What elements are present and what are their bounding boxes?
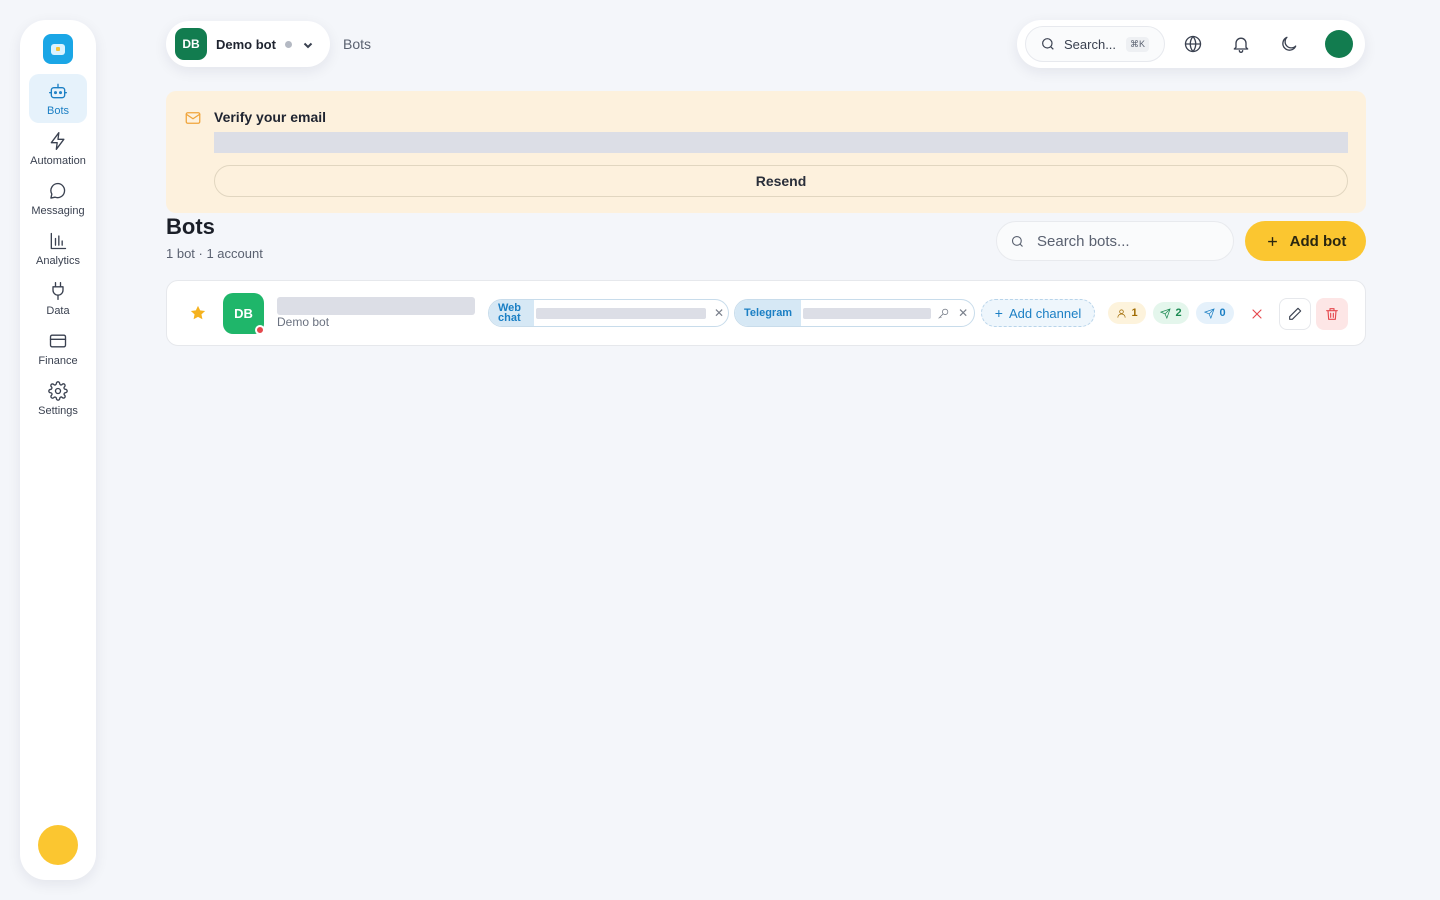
plug-icon — [52, 282, 64, 300]
search-icon — [1042, 38, 1054, 50]
chevron-down-icon — [302, 38, 314, 50]
plus-icon: + — [994, 305, 1003, 321]
edit-bot-button[interactable] — [1279, 298, 1311, 330]
credit-card-icon — [49, 334, 67, 348]
channel-value-redacted — [803, 307, 932, 319]
channel-label: Telegram — [735, 300, 802, 326]
plus-icon — [1267, 236, 1277, 246]
bot-title-redacted — [277, 297, 475, 315]
moon-icon[interactable] — [1279, 34, 1299, 54]
close-icon — [1252, 309, 1262, 319]
bots-search-input[interactable] — [1037, 232, 1227, 250]
sidebar-item-label: Analytics — [35, 255, 81, 267]
stat-users-badge: 1 — [1108, 302, 1146, 324]
top-toolbar: Search... ⌘K — [1017, 20, 1365, 68]
gear-icon — [48, 381, 68, 401]
sidebar-item-automation[interactable]: Automation — [29, 124, 87, 173]
stat-queued-badge: 0 — [1196, 302, 1234, 324]
trash-icon — [1326, 308, 1338, 320]
sidebar-item-label: Messaging — [31, 205, 85, 217]
banner-message-redacted — [214, 132, 1348, 153]
verify-email-banner: Verify your email Resend — [166, 91, 1366, 213]
sidebar: Bots Automation Messaging Analytics Data… — [20, 20, 96, 880]
bot-card[interactable]: DB Demo bot Web chat ✕ Telegram ✕ + Add … — [166, 280, 1366, 346]
bot-switcher[interactable]: DB Demo bot — [166, 21, 330, 67]
send-icon — [1160, 307, 1172, 319]
sidebar-item-label: Bots — [46, 105, 69, 117]
resend-button[interactable]: Resend — [214, 165, 1348, 197]
sidebar-item-label: Data — [46, 305, 70, 317]
close-icon[interactable]: ✕ — [958, 306, 968, 320]
stat-sent-value: 2 — [1175, 307, 1182, 319]
delete-bot-button[interactable] — [1316, 298, 1348, 330]
bot-avatar: DB — [175, 28, 207, 60]
search-icon — [1011, 235, 1023, 247]
stop-bot-button[interactable] — [1241, 298, 1273, 330]
channel-label: Web chat — [489, 300, 534, 326]
channel-chip-webchat[interactable]: Web chat ✕ — [488, 299, 729, 327]
globe-icon[interactable] — [1183, 34, 1203, 54]
sidebar-nav: Bots Automation Messaging Analytics Data… — [20, 74, 96, 424]
sidebar-item-messaging[interactable]: Messaging — [29, 174, 87, 223]
lightning-icon — [50, 132, 65, 150]
sidebar-item-bots[interactable]: Bots — [29, 74, 87, 123]
add-bot-button[interactable]: Add bot — [1245, 221, 1366, 261]
search-shortcut: ⌘K — [1126, 36, 1150, 52]
app-logo[interactable] — [43, 34, 73, 64]
bot-name: Demo bot — [216, 36, 276, 52]
sidebar-item-label: Finance — [38, 355, 78, 367]
account-avatar[interactable] — [1325, 30, 1353, 58]
bot-name: Demo bot — [277, 315, 330, 329]
sidebar-item-finance[interactable]: Finance — [29, 324, 87, 373]
page-title: Bots — [166, 214, 215, 239]
bot-status-dot — [284, 40, 292, 48]
bots-search-field[interactable] — [996, 221, 1234, 261]
add-bot-label: Add bot — [1289, 232, 1347, 250]
star-icon[interactable] — [189, 304, 207, 322]
banner-title: Verify your email — [214, 109, 327, 125]
channel-value-redacted — [536, 307, 706, 319]
sidebar-item-label: Automation — [30, 155, 86, 167]
add-channel-label: Add channel — [1008, 305, 1082, 321]
sidebar-item-label: Settings — [38, 405, 78, 417]
sidebar-item-data[interactable]: Data — [29, 274, 87, 323]
sidebar-item-analytics[interactable]: Analytics — [29, 224, 87, 273]
page-subtitle: 1 bot · 1 account — [166, 246, 263, 261]
channel-chip-telegram[interactable]: Telegram ✕ — [734, 299, 975, 327]
mail-icon — [184, 109, 202, 127]
global-search-label: Search... — [1064, 36, 1117, 52]
bot-icon — [49, 83, 68, 99]
bar-chart-icon — [50, 232, 67, 250]
chat-bubble-icon — [50, 182, 66, 199]
global-search-button[interactable]: Search... ⌘K — [1025, 26, 1165, 62]
key-icon[interactable] — [937, 307, 950, 320]
stat-users-value: 1 — [1131, 307, 1138, 319]
send-icon — [1204, 307, 1216, 319]
user-icon — [1117, 308, 1126, 318]
add-channel-button[interactable]: + Add channel — [981, 299, 1095, 327]
bell-icon[interactable] — [1231, 34, 1251, 54]
stat-sent-badge: 2 — [1153, 302, 1189, 324]
stat-queued-value: 0 — [1219, 307, 1226, 319]
sidebar-item-settings[interactable]: Settings — [29, 374, 87, 423]
breadcrumb[interactable]: Bots — [343, 36, 371, 52]
pencil-icon — [1289, 307, 1302, 320]
bot-status-dot — [255, 325, 265, 335]
close-icon[interactable]: ✕ — [714, 306, 724, 320]
user-avatar[interactable] — [38, 825, 78, 865]
